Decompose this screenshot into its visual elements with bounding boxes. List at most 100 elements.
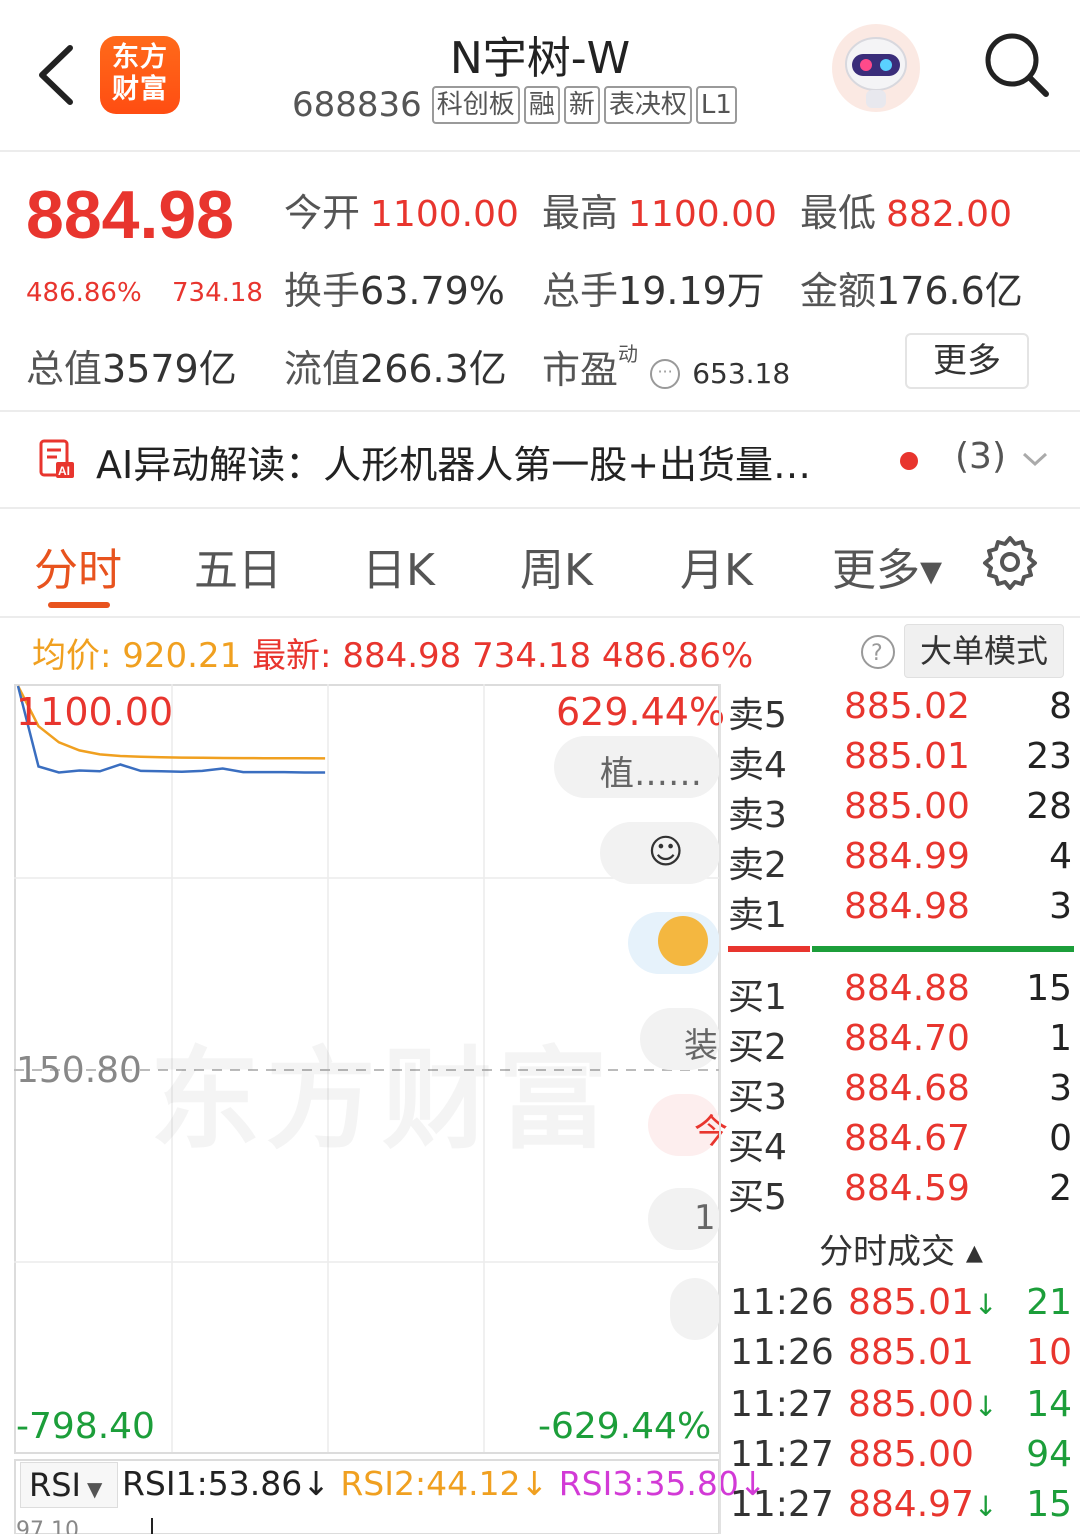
robot-assistant-icon[interactable] [830,22,922,114]
bid-label: 买5 [728,1177,787,1218]
comment-bubble[interactable]: 今 [648,1094,728,1156]
emoji-bubble[interactable]: ☺ [600,822,720,884]
ask-row[interactable]: 卖4 885.01 23 [722,736,1080,786]
comment-bubble-text: 植…… [600,754,702,794]
trade-row: 11:26 885.01↓ 21 [722,1282,1080,1332]
bid-row[interactable]: 买1 884.88 15 [722,968,1080,1018]
svg-text:?: ? [871,641,883,666]
bid-row[interactable]: 买4 884.67 0 [722,1118,1080,1168]
avg-price-value: 920.21 [122,636,242,676]
ask-row[interactable]: 卖1 884.98 3 [722,886,1080,936]
bid-qty: 0 [1049,1118,1072,1159]
trade-price: 885.01 [848,1332,974,1373]
trade-time: 11:26 [730,1282,834,1323]
tag-voting-rights: 表决权 [603,86,692,124]
comment-bubble-text: 1 [694,1198,716,1238]
ask-row[interactable]: 卖2 884.99 4 [722,836,1080,886]
stock-code-row: 688836 科创板 融 新 表决权 L1 [292,84,737,126]
amount-label: 金额 [800,269,877,313]
trade-time: 11:27 [730,1484,834,1525]
volume-label: 总手 [542,269,619,313]
chevron-down-icon[interactable] [1020,446,1050,472]
unread-dot [900,452,918,470]
amount-stat: 金额176.6亿 [800,260,1023,315]
stock-code: 688836 [292,85,422,125]
open-label: 今开 [284,191,361,235]
pe-label: 市盈 [542,348,619,392]
volume-stat: 总手19.19万 [542,260,765,315]
ask-qty: 3 [1049,886,1072,927]
bid-price: 884.70 [844,1018,970,1059]
tag-margin: 融 [523,86,560,124]
tag-level1: L1 [695,86,737,124]
y-axis-min: -798.40 [16,1406,155,1447]
comment-bubble[interactable] [670,1278,720,1340]
ask-price: 884.98 [844,886,970,927]
tab-five-day[interactable]: 五日 [194,534,282,598]
gear-icon[interactable] [982,534,1038,590]
intraday-summary: 均价: 920.21 最新: 884.98 734.18 486.86% [32,628,753,677]
ask-qty: 23 [1026,736,1072,777]
trade-price: 884.97 [848,1484,974,1525]
indicator-select[interactable]: RSI ▼ [20,1462,118,1508]
ask-qty: 28 [1026,786,1072,827]
trade-price: 885.01 [848,1282,974,1323]
dropdown-caret-icon: ▼ [86,1477,103,1501]
ask-row[interactable]: 卖3 885.00 28 [722,786,1080,836]
pe-stat[interactable]: 市盈动 ··· 653.18 [542,338,790,394]
big-order-mode-button[interactable]: 大单模式 [904,624,1064,678]
active-tab-indicator [48,602,110,608]
turnover-stat: 换手63.79% [284,260,505,315]
bid-label: 买3 [728,1077,787,1118]
bid-row[interactable]: 买5 884.59 2 [722,1168,1080,1218]
logo-text-top: 东方 [112,42,168,73]
info-dots-icon[interactable]: ··· [650,359,681,389]
bid-row[interactable]: 买3 884.68 3 [722,1068,1080,1118]
back-arrow-icon[interactable] [32,40,82,110]
avatar-bubble[interactable] [628,912,720,974]
divider [0,507,1080,509]
high-label: 最高 [542,191,619,235]
trade-ticks-header[interactable]: 分时成交 ▴ [722,1224,1080,1273]
tab-monthly-k[interactable]: 月K [680,534,753,598]
tab-more[interactable]: 更多▾ [832,534,942,598]
bid-price: 884.88 [844,968,970,1009]
panel-divider [719,684,721,1534]
comment-bubble[interactable]: 植…… [554,736,720,798]
tag-new: 新 [563,86,600,124]
y-axis-max: 1100.00 [16,690,174,734]
tab-weekly-k[interactable]: 周K [520,534,593,598]
bid-qty: 3 [1049,1068,1072,1109]
tab-daily-k[interactable]: 日K [362,534,435,598]
ask-label: 卖2 [728,845,787,886]
pct-axis-max: 629.44% [556,690,726,734]
help-icon[interactable]: ? [860,634,896,670]
ai-insight-text[interactable]: AI异动解读：人形机器人第一股+出货量… [96,434,811,489]
bid-row[interactable]: 买2 884.70 1 [722,1018,1080,1068]
comment-bubble[interactable]: 1 [648,1188,720,1250]
ask-price: 885.02 [844,686,970,727]
price-change: 734.18 [172,278,263,308]
rsi1-value: RSI1:53.86↓ [122,1464,330,1503]
trade-row: 11:26 885.01 10 [722,1332,1080,1382]
trade-row: 11:27 884.97↓ 15 [722,1484,1080,1534]
app-logo[interactable]: 东方 财富 [100,36,180,114]
ask-row[interactable]: 卖5 885.02 8 [722,686,1080,736]
ask-label: 卖3 [728,795,787,836]
trade-time: 11:27 [730,1434,834,1475]
more-stats-button[interactable]: 更多 [905,333,1029,389]
amount-value: 176.6亿 [876,269,1023,313]
market-cap-value: 3579亿 [102,347,237,391]
bid-price: 884.68 [844,1068,970,1109]
emoji-face-icon: ☺ [648,832,684,872]
latest-label: 最新: [252,636,332,676]
ask-price: 885.00 [844,786,970,827]
tab-intraday[interactable]: 分时 [34,534,122,598]
down-arrow-icon: ↓ [973,1390,998,1423]
search-icon[interactable] [982,30,1052,100]
bid-price: 884.67 [844,1118,970,1159]
buy-sell-ratio-bar [728,946,1074,952]
low-value: 882.00 [886,194,1012,235]
comment-bubble[interactable]: 装 [640,1008,720,1070]
bid-qty: 2 [1049,1168,1072,1209]
